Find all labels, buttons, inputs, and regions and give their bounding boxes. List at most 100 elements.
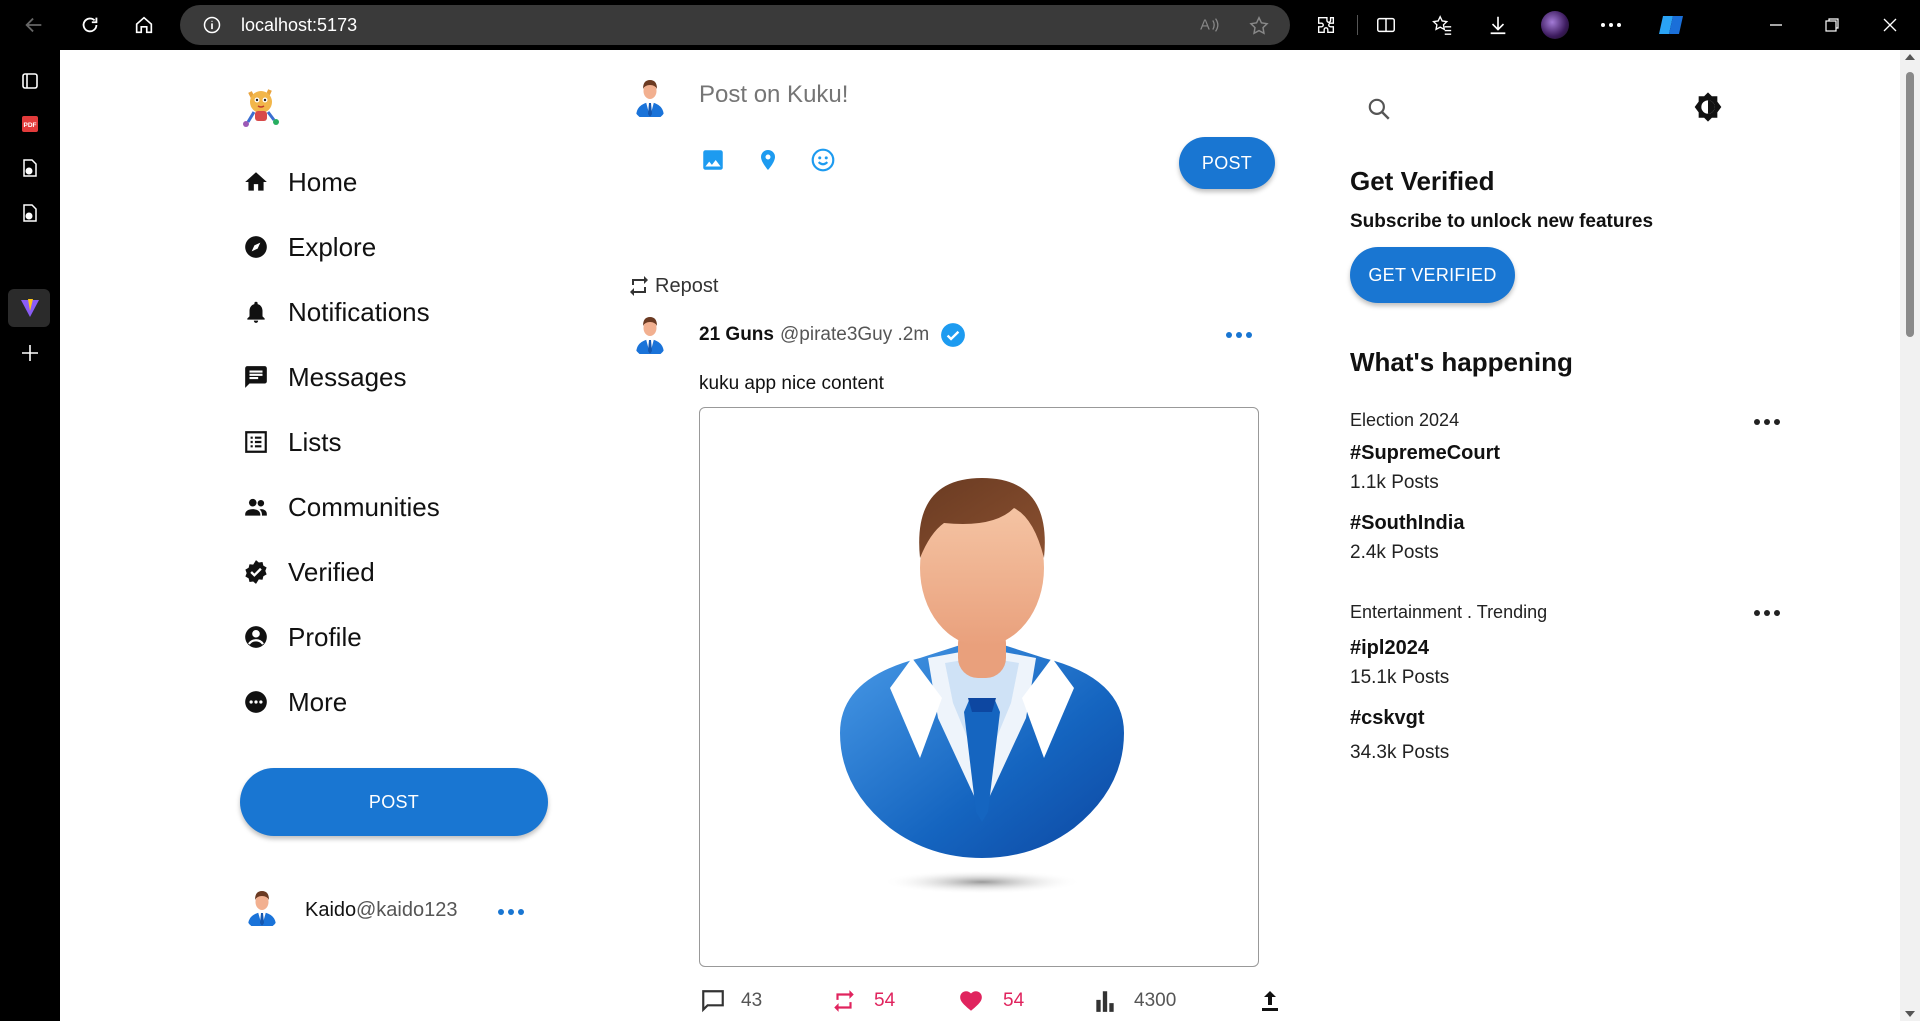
sidebar-item-label: Communities: [288, 491, 440, 522]
vite-tab-icon[interactable]: [17, 295, 43, 321]
trend-tag[interactable]: #ipl2024: [1350, 637, 1429, 660]
settings-more-icon[interactable]: [1599, 13, 1623, 37]
svg-text:A: A: [1200, 18, 1210, 34]
trend-tag[interactable]: #SupremeCourt: [1350, 442, 1500, 465]
back-icon[interactable]: [22, 13, 46, 37]
comment-count: 43: [741, 990, 763, 1011]
kuku-logo-icon[interactable]: [240, 82, 282, 130]
bell-icon: [242, 298, 270, 326]
extensions-icon[interactable]: [1314, 13, 1338, 37]
new-tab-icon[interactable]: [17, 340, 43, 366]
theme-toggle-icon[interactable]: [1692, 91, 1724, 123]
user-avatar[interactable]: [244, 890, 280, 930]
location-icon[interactable]: [756, 147, 780, 173]
get-verified-button[interactable]: GET VERIFIED: [1350, 247, 1515, 303]
file-tab-icon[interactable]: [17, 155, 43, 181]
repost-label: Repost: [655, 274, 719, 297]
restore-icon[interactable]: [1820, 13, 1844, 37]
user-more-icon[interactable]: [498, 909, 524, 915]
user-name: Kaido: [305, 899, 357, 921]
sidebar-item-verified[interactable]: Verified: [242, 552, 375, 592]
tab-actions-icon[interactable]: [17, 68, 43, 94]
sidebar-item-label: More: [288, 686, 348, 717]
comment-action[interactable]: 43: [699, 988, 762, 1014]
address-bar[interactable]: localhost:5173 A: [180, 5, 1290, 45]
share-action[interactable]: [1258, 988, 1282, 1014]
sidebar-item-communities[interactable]: Communities: [242, 487, 440, 527]
verified-badge-icon: [940, 322, 966, 348]
people-icon: [242, 493, 270, 521]
sidebar-item-messages[interactable]: Messages: [242, 357, 407, 397]
refresh-icon[interactable]: [78, 13, 102, 37]
trend-more-icon[interactable]: [1754, 610, 1780, 616]
post-more-icon[interactable]: [1226, 332, 1252, 338]
close-window-icon[interactable]: [1878, 13, 1902, 37]
kuku-app-page: Home Explore Notifications Messages List…: [60, 50, 1900, 1021]
minimize-icon[interactable]: [1764, 13, 1788, 37]
toolbar-divider: [1357, 15, 1358, 35]
sidebar-item-label: Verified: [288, 556, 375, 587]
trend-count: 1.1k Posts: [1350, 472, 1439, 493]
home-browser-icon[interactable]: [132, 13, 156, 37]
post-image[interactable]: [699, 407, 1259, 967]
trend-count: 15.1k Posts: [1350, 667, 1450, 688]
trend-count: 2.4k Posts: [1350, 542, 1439, 563]
composer-input[interactable]: [697, 74, 1261, 116]
image-upload-icon[interactable]: [700, 147, 726, 173]
repost-indicator: Repost: [627, 274, 718, 298]
vertical-tab-rail: PDF: [0, 50, 60, 1021]
copilot-icon[interactable]: [1656, 13, 1686, 37]
heart-icon: [957, 988, 985, 1014]
composer-avatar: [632, 79, 668, 121]
sidebar-item-more[interactable]: More: [242, 682, 347, 722]
sidebar-item-lists[interactable]: Lists: [242, 422, 341, 462]
like-count: 54: [1003, 990, 1025, 1011]
sidebar-item-home[interactable]: Home: [242, 162, 357, 202]
views-action[interactable]: 4300: [1092, 988, 1176, 1014]
emoji-icon[interactable]: [810, 147, 836, 173]
file-tab-icon-2[interactable]: [17, 200, 43, 226]
explore-icon: [242, 233, 270, 261]
scroll-thumb[interactable]: [1906, 72, 1914, 337]
page-scrollbar[interactable]: [1900, 50, 1920, 1021]
profile-avatar-icon[interactable]: [1541, 11, 1569, 39]
favorite-star-icon[interactable]: [1248, 15, 1270, 37]
account-icon: [242, 623, 270, 651]
views-count: 4300: [1134, 990, 1177, 1011]
user-handle: @kaido123: [356, 899, 458, 921]
downloads-icon[interactable]: [1486, 13, 1510, 37]
favorites-icon[interactable]: [1430, 13, 1454, 37]
repost-action[interactable]: 54: [830, 988, 895, 1014]
sidebar-item-notifications[interactable]: Notifications: [242, 292, 430, 332]
trend-category: Entertainment . Trending: [1350, 602, 1548, 622]
scroll-down-arrow-icon[interactable]: [1905, 1011, 1915, 1017]
post-author-name[interactable]: 21 Guns: [699, 324, 774, 346]
sidebar-item-profile[interactable]: Profile: [242, 617, 362, 657]
sidebar-post-button[interactable]: POST: [240, 768, 548, 836]
more-icon: [242, 688, 270, 716]
verified-title: Get Verified: [1350, 166, 1495, 196]
trend-more-icon[interactable]: [1754, 419, 1780, 425]
trend-tag[interactable]: #cskvgt: [1350, 707, 1425, 730]
home-icon: [242, 168, 270, 196]
trend-tag[interactable]: #SouthIndia: [1350, 512, 1464, 535]
post-author-avatar[interactable]: [632, 316, 668, 358]
composer-post-button[interactable]: POST: [1179, 137, 1275, 189]
scroll-up-arrow-icon[interactable]: [1905, 54, 1915, 60]
browser-toolbar: localhost:5173 A: [0, 0, 1920, 50]
site-info-icon[interactable]: [202, 15, 222, 35]
comment-icon: [699, 988, 727, 1014]
sidebar-item-label: Messages: [288, 361, 407, 392]
read-aloud-icon[interactable]: A: [1200, 15, 1222, 35]
repost-action-icon: [830, 988, 858, 1014]
pdf-tab-icon[interactable]: PDF: [17, 111, 43, 137]
search-icon[interactable]: [1366, 96, 1392, 122]
verified-icon: [242, 558, 270, 586]
message-icon: [242, 363, 270, 391]
sidebar-item-label: Profile: [288, 621, 362, 652]
trend-count: 34.3k Posts: [1350, 742, 1450, 763]
verified-subtitle: Subscribe to unlock new features: [1350, 211, 1654, 232]
like-action[interactable]: 54: [957, 988, 1024, 1014]
sidebar-item-explore[interactable]: Explore: [242, 227, 376, 267]
split-screen-icon[interactable]: [1374, 13, 1398, 37]
